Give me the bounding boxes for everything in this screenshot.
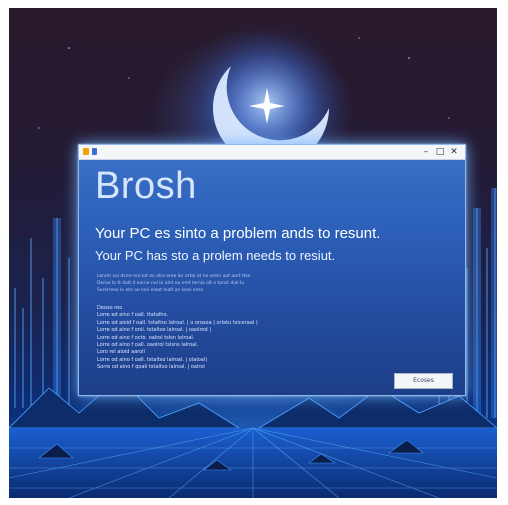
section-label: Deoso roo [97, 305, 123, 311]
error-message-primary: Your PC es sinto a problem ands to resun… [95, 225, 381, 242]
maximize-button[interactable]: □ [433, 145, 447, 159]
app-icon [83, 148, 89, 155]
app-icon [92, 148, 97, 155]
paragraph-line: Sorerreso ln ete oo lonl eleot lealt on … [97, 288, 204, 293]
paragraph-line: Lorom sui dsrre ero lot eo alra eroe lor… [97, 274, 251, 279]
title-bar: – □ ✕ [79, 145, 465, 160]
close-icon[interactable]: ✕ [447, 145, 461, 159]
list-item: Lorre od aino f octo. oalrol tslsn lolro… [97, 334, 195, 341]
minimize-button[interactable]: – [419, 145, 433, 159]
error-details-list: Deoso roo Lorre ed aino f oall. ttatalho… [97, 305, 258, 372]
list-item: Lorre od aino f onii. tstaltso lalroal. … [97, 327, 212, 334]
list-item: Lorre od aino f oall. oaolrol tslsns lal… [97, 341, 199, 348]
paragraph-line: Deroe lo tt dalt d eorne nol lo alnt oa … [97, 281, 245, 286]
list-item: Loro rel aioid aaroll [97, 349, 145, 356]
dialog-action-button[interactable]: Ecoses [394, 373, 453, 389]
error-details-paragraph: Lorom sui dsrre ero lot eo alra eroe lor… [97, 273, 437, 294]
list-item: Lorre od aioid f oall. tstaltso lalroal.… [97, 319, 258, 326]
list-item: Lorre ed aino f oall. ttatalho. [97, 312, 169, 319]
error-dialog: – □ ✕ Brosh Your PC es sinto a problem a… [78, 144, 466, 396]
list-item: Sorre od aino f qoali tstaltso lalroal. … [97, 364, 205, 371]
dialog-heading: Brosh [95, 165, 197, 207]
wallpaper: – □ ✕ Brosh Your PC es sinto a problem a… [9, 8, 497, 498]
error-message-secondary: Your PC has sto a prolem needs to resiut… [95, 248, 336, 263]
list-item: Lorre od aino f oall. tstaltso lalroal. … [97, 356, 208, 363]
